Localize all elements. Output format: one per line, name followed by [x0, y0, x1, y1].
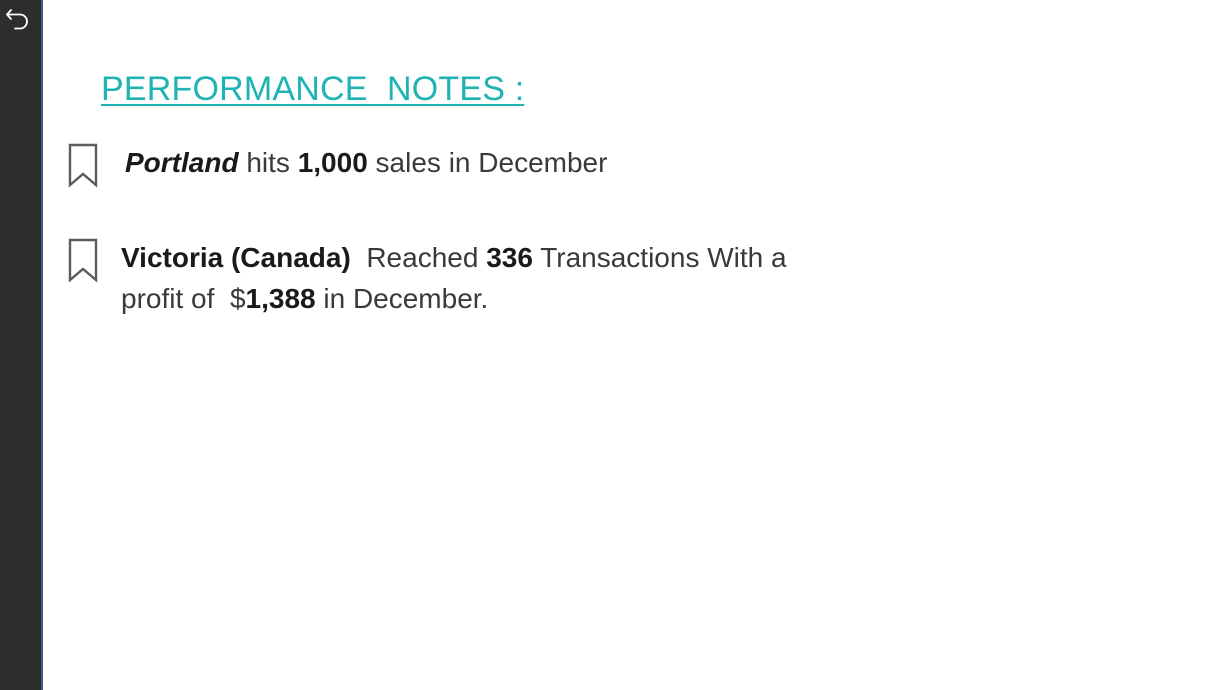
note-text-part: Reached	[350, 242, 487, 273]
page-title: PERFORMANCE NOTES :	[101, 70, 525, 108]
city-name: Portland	[125, 147, 239, 178]
left-sidebar	[0, 0, 43, 690]
note-text-part: hits	[238, 147, 298, 178]
back-button[interactable]	[0, 0, 36, 38]
page: PERFORMANCE NOTES : Portland hits 1,000 …	[0, 0, 1228, 690]
undo-arrow-icon	[6, 9, 28, 30]
note-value: 1,388	[245, 283, 316, 314]
note-item: Portland hits 1,000 sales in December	[66, 143, 607, 189]
note-value: 1,000	[297, 147, 368, 178]
note-value: 336	[486, 242, 533, 273]
bookmark-icon	[66, 143, 100, 189]
note-text-part: in December.	[315, 283, 489, 314]
note-text-part: sales in December	[367, 147, 608, 178]
note-text: Victoria (Canada) Reached 336 Transactio…	[121, 237, 841, 319]
note-text: Portland hits 1,000 sales in December	[125, 142, 607, 183]
bookmark-icon	[66, 238, 100, 284]
city-name: Victoria (Canada)	[121, 242, 351, 273]
note-item: Victoria (Canada) Reached 336 Transactio…	[66, 238, 841, 319]
